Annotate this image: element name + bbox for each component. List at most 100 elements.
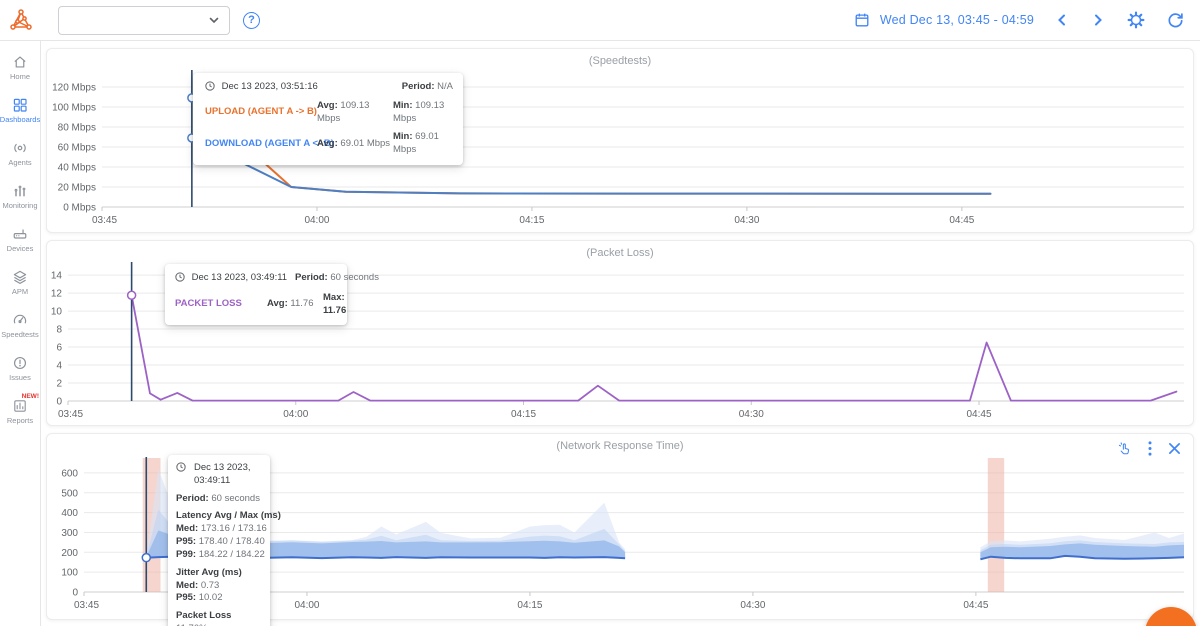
home-icon: [12, 54, 28, 70]
help-icon[interactable]: ?: [243, 12, 260, 29]
sidebar-item-speedtests[interactable]: Speedtests: [0, 304, 40, 347]
agents-broadcast-icon: [12, 140, 28, 156]
sidebar-item-apm[interactable]: APM: [0, 261, 40, 304]
sidebar-item-reports[interactable]: NEW! Reports: [0, 390, 40, 433]
svg-text:04:15: 04:15: [519, 215, 544, 226]
clock-icon: [175, 272, 185, 282]
svg-text:10: 10: [51, 307, 63, 318]
svg-text:04:30: 04:30: [740, 600, 765, 611]
sidebar-item-label: APM: [12, 287, 28, 296]
svg-text:2: 2: [56, 379, 62, 390]
prev-period-button[interactable]: [1044, 13, 1080, 27]
svg-text:80 Mbps: 80 Mbps: [58, 123, 96, 134]
topbar: ? Wed Dec 13, 03:45 - 04:59: [0, 0, 1200, 41]
sidebar-item-label: Home: [10, 72, 30, 81]
svg-text:60 Mbps: 60 Mbps: [58, 143, 96, 154]
sidebar-item-label: Devices: [7, 244, 34, 253]
network-logo-icon: [8, 7, 34, 33]
svg-text:04:30: 04:30: [739, 409, 764, 420]
sidebar-item-label: Agents: [8, 158, 31, 167]
chart-title-packet-loss: (Packet Loss): [47, 241, 1193, 261]
apm-layers-icon: [12, 269, 28, 285]
refresh-icon[interactable]: [1156, 12, 1186, 29]
series-packet-loss-label: PACKET LOSS: [175, 298, 267, 311]
svg-text:0: 0: [72, 588, 78, 599]
svg-text:20 Mbps: 20 Mbps: [58, 183, 96, 194]
series-upload-label: UPLOAD (AGENT A -> B): [205, 106, 317, 119]
svg-text:4: 4: [56, 361, 62, 372]
kebab-menu-icon[interactable]: [1148, 441, 1152, 456]
svg-text:04:15: 04:15: [511, 409, 536, 420]
svg-text:200: 200: [61, 548, 78, 559]
chevron-left-icon: [1055, 13, 1069, 27]
svg-text:100: 100: [61, 568, 78, 579]
svg-text:400: 400: [61, 508, 78, 519]
speedtest-gauge-icon: [12, 312, 28, 328]
svg-text:100 Mbps: 100 Mbps: [52, 103, 96, 114]
sidebar-item-label: Monitoring: [2, 201, 37, 210]
chart-actions: [1117, 441, 1181, 456]
chart-title-speedtests: (Speedtests): [47, 49, 1193, 69]
new-badge: NEW!: [22, 393, 39, 400]
chevron-down-icon: [208, 14, 220, 26]
svg-text:04:45: 04:45: [967, 409, 992, 420]
sidebar: Home Dashboards Agents Monitoring Device…: [0, 41, 41, 626]
svg-text:04:00: 04:00: [304, 215, 329, 226]
svg-text:12: 12: [51, 289, 63, 300]
devices-router-icon: [12, 226, 28, 242]
svg-text:600: 600: [61, 468, 78, 479]
monitoring-bars-icon: [12, 183, 28, 199]
sidebar-item-devices[interactable]: Devices: [0, 218, 40, 261]
sidebar-item-issues[interactable]: Issues: [0, 347, 40, 390]
sidebar-item-dashboards[interactable]: Dashboards: [0, 89, 40, 132]
tooltip-timestamp: Dec 13 2023, 03:51:16: [222, 81, 318, 92]
clock-icon: [176, 462, 186, 488]
sidebar-item-label: Issues: [9, 373, 31, 382]
chart-title-network-response-time: (Network Response Time): [47, 434, 1193, 454]
close-icon[interactable]: [1168, 442, 1181, 455]
next-period-button[interactable]: [1080, 13, 1116, 27]
svg-text:04:15: 04:15: [517, 600, 542, 611]
svg-text:0 Mbps: 0 Mbps: [63, 203, 96, 214]
svg-text:04:00: 04:00: [294, 600, 319, 611]
sidebar-item-label: Dashboards: [0, 115, 40, 124]
settings-gear-icon[interactable]: [1116, 11, 1156, 29]
tooltip-timestamp: Dec 13 2023,03:49:11: [194, 462, 251, 488]
sidebar-item-monitoring[interactable]: Monitoring: [0, 175, 40, 218]
svg-text:03:45: 03:45: [92, 215, 117, 226]
svg-text:04:00: 04:00: [283, 409, 308, 420]
svg-text:03:45: 03:45: [74, 600, 99, 611]
svg-text:120 Mbps: 120 Mbps: [52, 83, 96, 94]
svg-text:0: 0: [56, 397, 62, 408]
svg-text:8: 8: [56, 325, 62, 336]
chevron-right-icon: [1091, 13, 1105, 27]
svg-text:300: 300: [61, 528, 78, 539]
sidebar-item-label: Speedtests: [1, 330, 39, 339]
sidebar-item-label: Reports: [7, 416, 33, 425]
brand-logo[interactable]: [0, 7, 41, 33]
series-download-label: DOWNLOAD (AGENT A <- B): [205, 138, 317, 151]
topbar-right: Wed Dec 13, 03:45 - 04:59: [852, 11, 1200, 29]
reports-chart-icon: [12, 398, 28, 414]
speedtests-tooltip: Dec 13 2023, 03:51:16 Period: N/A UPLOAD…: [193, 73, 463, 165]
svg-text:04:45: 04:45: [963, 600, 988, 611]
date-range[interactable]: Wed Dec 13, 03:45 - 04:59: [880, 13, 1034, 27]
app-root: ? Wed Dec 13, 03:45 - 04:59: [0, 0, 1200, 626]
dashboard-select[interactable]: [58, 6, 230, 35]
svg-text:04:45: 04:45: [949, 215, 974, 226]
clock-icon: [205, 81, 215, 91]
issues-alert-icon: [12, 355, 28, 371]
interact-hand-icon[interactable]: [1117, 441, 1132, 456]
svg-text:03:45: 03:45: [58, 409, 83, 420]
network-response-time-tooltip: Dec 13 2023,03:49:11 Period: 60 seconds …: [168, 455, 270, 626]
svg-text:04:30: 04:30: [734, 215, 759, 226]
sidebar-item-home[interactable]: Home: [0, 46, 40, 89]
sidebar-item-agents[interactable]: Agents: [0, 132, 40, 175]
calendar-icon[interactable]: [852, 12, 872, 28]
svg-text:500: 500: [61, 488, 78, 499]
svg-text:14: 14: [51, 271, 63, 282]
dashboards-grid-icon: [12, 97, 28, 113]
tooltip-timestamp: Dec 13 2023, 03:49:11: [192, 272, 287, 283]
svg-text:6: 6: [56, 343, 62, 354]
svg-text:40 Mbps: 40 Mbps: [58, 163, 96, 174]
